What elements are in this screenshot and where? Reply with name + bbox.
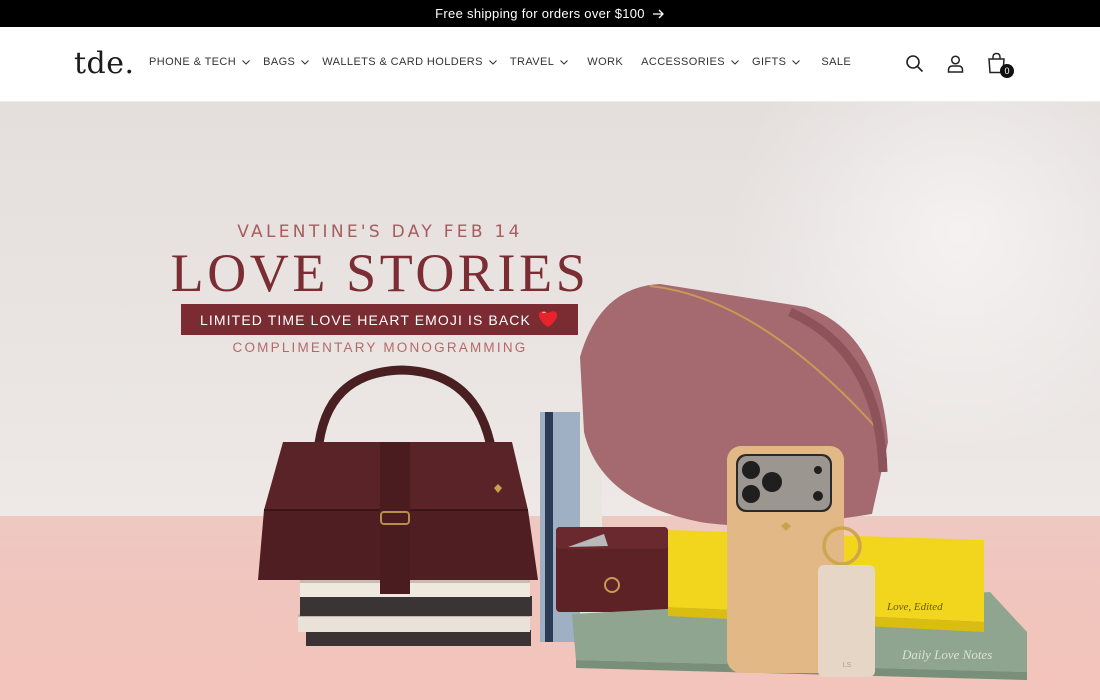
nav-item-label: GIFTS: [751, 56, 787, 68]
hero-banner[interactable]: VALENTINE'S DAY FEB 14 LOVE STORIES LIMI…: [0, 102, 1100, 700]
book-title-daily-love-notes: Daily Love Notes: [901, 647, 992, 662]
chevron-down-icon: [559, 57, 569, 67]
chevron-down-icon: [488, 57, 498, 67]
nav-item-label: TRAVEL: [509, 56, 555, 68]
tag-monogram: LS: [843, 662, 852, 669]
announcement-text[interactable]: Free shipping for orders over $100: [435, 6, 645, 21]
nav-item-gifts[interactable]: GIFTS: [752, 56, 801, 68]
announcement-bar[interactable]: Free shipping for orders over $100: [0, 0, 1100, 27]
arrow-right-icon[interactable]: [652, 9, 665, 19]
cart-count-badge: 0: [1000, 64, 1014, 78]
search-icon[interactable]: [903, 52, 925, 74]
burgundy-handbag: [258, 365, 538, 594]
nav-item-label: WALLETS & CARD HOLDERS: [322, 56, 483, 68]
small-leather-box: [556, 527, 668, 612]
nav-item-label: SALE: [821, 56, 852, 68]
nav-item-label: BAGS: [263, 56, 296, 68]
nav-item-sale[interactable]: SALE: [821, 56, 851, 68]
book-title-love-edited: Love, Edited: [886, 601, 943, 613]
nav-item-accessories[interactable]: ACCESSORIES: [641, 56, 740, 68]
nav-item-travel[interactable]: TRAVEL: [510, 56, 569, 68]
nav-item-work[interactable]: WORK: [587, 56, 623, 68]
nav-item-wallets[interactable]: WALLETS & CARD HOLDERS: [322, 56, 498, 68]
site-header: tde. PHONE & TECH BAGS WALLETS & CARD HO…: [0, 27, 1100, 102]
chevron-down-icon: [300, 57, 310, 67]
account-icon[interactable]: [944, 52, 966, 74]
book-stack: [298, 580, 532, 646]
nav-item-label: ACCESSORIES: [641, 56, 725, 68]
nav-item-label: PHONE & TECH: [149, 56, 237, 68]
nav-item-bags[interactable]: BAGS: [263, 56, 310, 68]
chevron-down-icon: [241, 57, 251, 67]
chevron-down-icon: [791, 57, 801, 67]
chevron-down-icon: [730, 57, 740, 67]
nav-item-label: WORK: [587, 56, 624, 68]
nav-item-phone-tech[interactable]: PHONE & TECH: [149, 56, 251, 68]
product-scene: Daily Love Notes Love, Edited LS: [258, 284, 1027, 680]
main-nav: PHONE & TECH BAGS WALLETS & CARD HOLDERS…: [149, 56, 851, 68]
brand-logo[interactable]: tde.: [74, 46, 135, 81]
cart-icon[interactable]: 0: [985, 52, 1014, 78]
header-actions: 0: [903, 52, 1014, 78]
